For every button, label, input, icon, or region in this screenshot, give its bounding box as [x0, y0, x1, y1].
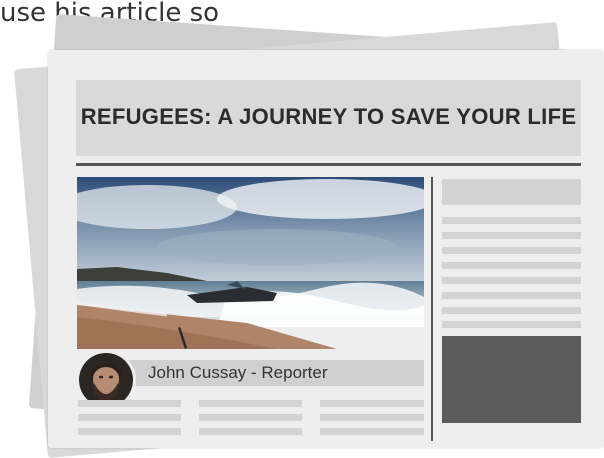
headline-rule	[76, 163, 581, 166]
headline-banner: REFUGEES: A JOURNEY TO SAVE YOUR LIFE	[76, 80, 581, 156]
headline: REFUGEES: A JOURNEY TO SAVE YOUR LIFE	[80, 104, 577, 129]
text-placeholder	[442, 277, 581, 284]
column-divider	[431, 177, 433, 441]
text-placeholder	[199, 400, 302, 407]
text-placeholder	[442, 307, 581, 314]
advertisement-block	[442, 336, 581, 423]
text-placeholder	[320, 400, 424, 407]
photo-caption: John Cussay - Reporter	[148, 363, 328, 382]
text-placeholder	[442, 179, 581, 205]
text-placeholder	[442, 247, 581, 254]
text-placeholder	[199, 428, 302, 435]
text-placeholder	[320, 428, 424, 435]
text-placeholder	[78, 428, 181, 435]
text-placeholder	[78, 414, 181, 421]
text-placeholder	[442, 217, 581, 224]
text-placeholder	[320, 414, 424, 421]
text-placeholder	[442, 321, 581, 328]
text-placeholder	[78, 400, 181, 407]
text-placeholder	[442, 232, 581, 239]
news-photo	[77, 177, 424, 349]
text-placeholder	[442, 292, 581, 299]
text-placeholder	[442, 262, 581, 269]
text-placeholder	[199, 414, 302, 421]
